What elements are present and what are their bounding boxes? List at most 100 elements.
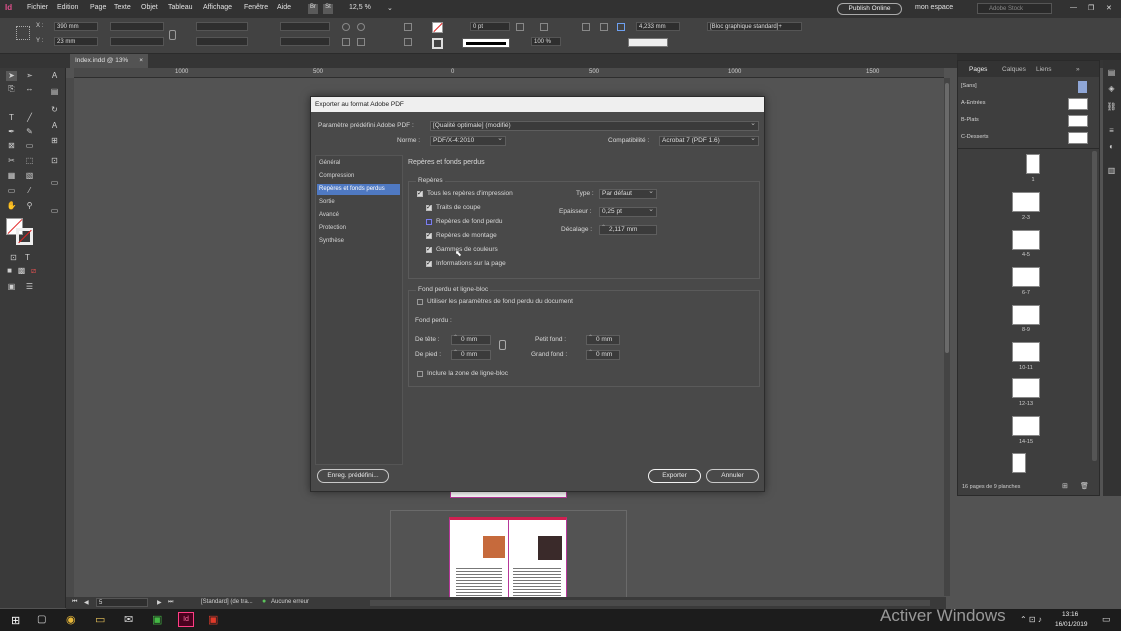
line-tool-icon[interactable]: ╱ [24, 113, 35, 123]
cancel-button[interactable]: Annuler [706, 469, 759, 483]
stroke-type-select[interactable] [462, 38, 510, 48]
preview-mode-icon[interactable]: ☰ [24, 282, 35, 292]
fx-icon[interactable] [516, 23, 524, 31]
apply-gradient-icon[interactable]: ▩ [16, 266, 27, 276]
maximize-icon[interactable]: ❐ [1088, 4, 1094, 12]
use-doc-bleed-checkbox[interactable] [417, 299, 423, 305]
pen-tool-icon[interactable]: ✒ [6, 127, 17, 137]
zoom-level[interactable]: 12,5 % [349, 4, 371, 11]
minimize-icon[interactable]: — [1070, 4, 1077, 11]
camtasia-icon[interactable]: ▣ [152, 613, 162, 626]
panel-scrollbar[interactable] [1092, 151, 1097, 461]
direct-selection-tool-icon[interactable]: ➣ [24, 71, 35, 81]
page-thumb[interactable] [1012, 378, 1040, 398]
category-summary[interactable]: Synthèse [317, 236, 400, 247]
sub-tool-icon[interactable]: ▭ [49, 206, 60, 216]
menu-fenetre[interactable]: Fenêtre [244, 4, 268, 11]
bridge-icon[interactable]: Br [308, 4, 318, 14]
rotate-cw-icon[interactable] [342, 23, 350, 31]
workspace-switcher[interactable]: mon espace [915, 4, 953, 11]
preset-select[interactable]: [Qualité optimale] (modifié) [430, 120, 759, 131]
horizontal-scrollbar[interactable] [370, 600, 930, 606]
preflight-status[interactable]: Aucune erreur [271, 599, 309, 605]
menu-affichage[interactable]: Affichage [203, 4, 232, 11]
panel-expand-icon[interactable]: » [1076, 66, 1080, 73]
tab-links[interactable]: Liens [1036, 66, 1052, 73]
master-c[interactable]: C-Desserts [961, 134, 989, 140]
type-select[interactable]: Par défaut [599, 188, 657, 199]
distribute-icon[interactable] [600, 23, 608, 31]
include-slug-checkbox[interactable] [417, 371, 423, 377]
gradient-feather-tool-icon[interactable]: ▧ [24, 171, 35, 181]
color-field[interactable] [628, 38, 668, 47]
sub-tool-icon[interactable]: ▭ [49, 178, 60, 188]
shear-field[interactable] [280, 37, 330, 46]
tab-pages[interactable]: Pages [969, 66, 987, 73]
master-b-thumb[interactable] [1068, 115, 1088, 127]
master-a[interactable]: A-Entrées [961, 100, 985, 106]
y-field[interactable]: 23 mm [54, 37, 98, 46]
chevron-down-icon[interactable]: ⌄ [387, 4, 393, 12]
weight-select[interactable]: 0,25 pt [599, 206, 657, 217]
pencil-tool-icon[interactable]: ✎ [24, 127, 35, 137]
link-chain-icon[interactable] [499, 340, 506, 350]
page-tool-icon[interactable]: ⎘ [6, 84, 17, 94]
page-thumb[interactable] [1012, 230, 1040, 250]
constrain-proportions-icon[interactable] [169, 30, 176, 40]
menu-objet[interactable]: Objet [141, 4, 158, 11]
menu-tableau[interactable]: Tableau [168, 4, 193, 11]
sub-tool-icon[interactable]: A [49, 121, 60, 131]
prev-page-icon[interactable]: ◀ [84, 599, 89, 606]
stock-icon[interactable]: St [323, 4, 333, 14]
close-icon[interactable]: ✕ [1106, 4, 1112, 12]
stroke-weight-field[interactable]: 0 pt [470, 22, 510, 31]
layers-icon[interactable]: ◈ [1106, 84, 1117, 94]
flip-vertical-icon[interactable] [357, 38, 365, 46]
top-bleed-field[interactable]: 0 mm [451, 334, 491, 345]
content-collector-icon[interactable]: A [49, 71, 60, 81]
outside-bleed-field[interactable]: 0 mm [586, 349, 620, 360]
color-bars-checkbox[interactable] [426, 245, 432, 253]
apply-none-icon[interactable]: ⧄ [28, 266, 39, 276]
master-c-thumb[interactable] [1068, 132, 1088, 144]
publish-online-button[interactable]: Publish Online [837, 3, 902, 15]
windows-start-icon[interactable]: ⊞ [11, 614, 20, 627]
scale-x-field[interactable] [196, 22, 248, 31]
document-tab[interactable]: Index.indd @ 13% × [70, 54, 148, 68]
status-style[interactable]: [Standard] (de tra... [201, 599, 253, 605]
page-spread[interactable] [449, 517, 567, 599]
category-output[interactable]: Sortie [317, 197, 400, 208]
page-thumb[interactable] [1012, 416, 1040, 436]
master-none[interactable]: [Sans] [961, 83, 977, 89]
size-field[interactable]: 4,233 mm [636, 22, 680, 31]
menu-page[interactable]: Page [90, 4, 106, 11]
formatting-text-icon[interactable]: T [22, 253, 33, 263]
category-compression[interactable]: Compression [317, 171, 400, 182]
page-thumb[interactable] [1012, 342, 1040, 362]
tray-icons[interactable]: ⌃ ⊡ ♪ [1020, 615, 1042, 624]
page-number-field[interactable]: 5 [96, 598, 148, 607]
text-wrap-icon[interactable] [540, 23, 548, 31]
opacity-field[interactable]: 100 % [531, 37, 561, 46]
color-icon[interactable]: ◐ [1106, 142, 1117, 152]
menu-texte[interactable]: Texte [114, 4, 131, 11]
formatting-container-icon[interactable]: ⊡ [8, 253, 19, 263]
menu-edition[interactable]: Edition [57, 4, 78, 11]
inside-bleed-field[interactable]: 0 mm [586, 334, 620, 345]
menu-aide[interactable]: Aide [277, 4, 291, 11]
page-thumb[interactable] [1012, 192, 1040, 212]
master-a-thumb[interactable] [1068, 98, 1088, 110]
registration-marks-checkbox[interactable] [426, 231, 432, 239]
x-field[interactable]: 390 mm [54, 22, 98, 31]
save-preset-button[interactable]: Enreg. prédéfini... [317, 469, 389, 483]
apply-color-icon[interactable]: ■ [4, 266, 15, 276]
stroke-swatch[interactable] [432, 38, 443, 49]
rectangle-frame-tool-icon[interactable]: ⊠ [6, 141, 17, 151]
crop-marks-checkbox[interactable] [426, 203, 432, 211]
flip-horizontal-icon[interactable] [342, 38, 350, 46]
align-icon[interactable] [582, 23, 590, 31]
reference-point-icon[interactable] [16, 26, 30, 40]
recorder-icon[interactable]: ▣ [208, 613, 218, 626]
selection-tool-icon[interactable]: ➤ [6, 71, 17, 81]
first-page-icon[interactable]: ⏮ [72, 599, 77, 606]
